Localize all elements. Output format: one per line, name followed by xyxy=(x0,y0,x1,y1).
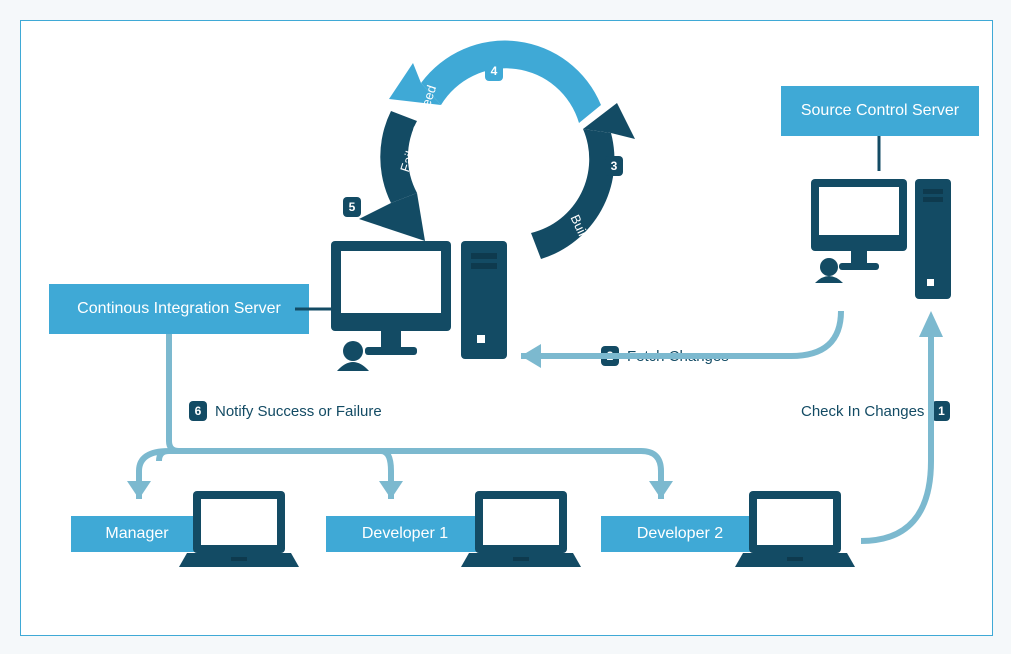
step-3-num: 3 xyxy=(605,156,623,176)
step-5-text: Fail or Succeed xyxy=(397,83,439,174)
step-4-num: 4 xyxy=(485,61,503,81)
step-6-text: Notify Success or Failure xyxy=(215,403,382,420)
step-6-num: 6 xyxy=(189,401,207,421)
step-1-text: Check In Changes xyxy=(801,403,924,420)
step-5-num: 5 xyxy=(343,197,361,217)
step-4-text: Test xyxy=(521,81,549,107)
step-3-text: Build xyxy=(568,212,594,245)
scs-computer-icon xyxy=(811,179,951,299)
developer2-box: Developer 2 xyxy=(601,516,759,552)
developer1-box: Developer 1 xyxy=(326,516,484,552)
step-6-label: 6 Notify Success or Failure xyxy=(189,401,382,421)
step-1-label: Check In Changes 1 xyxy=(801,401,950,421)
step-2-num: 2 xyxy=(601,346,619,366)
source-control-box: Source Control Server xyxy=(781,86,979,136)
step-2-label: 2 Fetch Changes xyxy=(601,346,729,366)
diagram-canvas: Continous Integration Server Source Cont… xyxy=(20,20,993,636)
ci-computer-icon xyxy=(331,241,507,371)
step-2-text: Fetch Changes xyxy=(627,348,729,365)
ci-server-box: Continous Integration Server xyxy=(49,284,309,334)
step-1-num: 1 xyxy=(932,401,950,421)
manager-box: Manager xyxy=(71,516,203,552)
